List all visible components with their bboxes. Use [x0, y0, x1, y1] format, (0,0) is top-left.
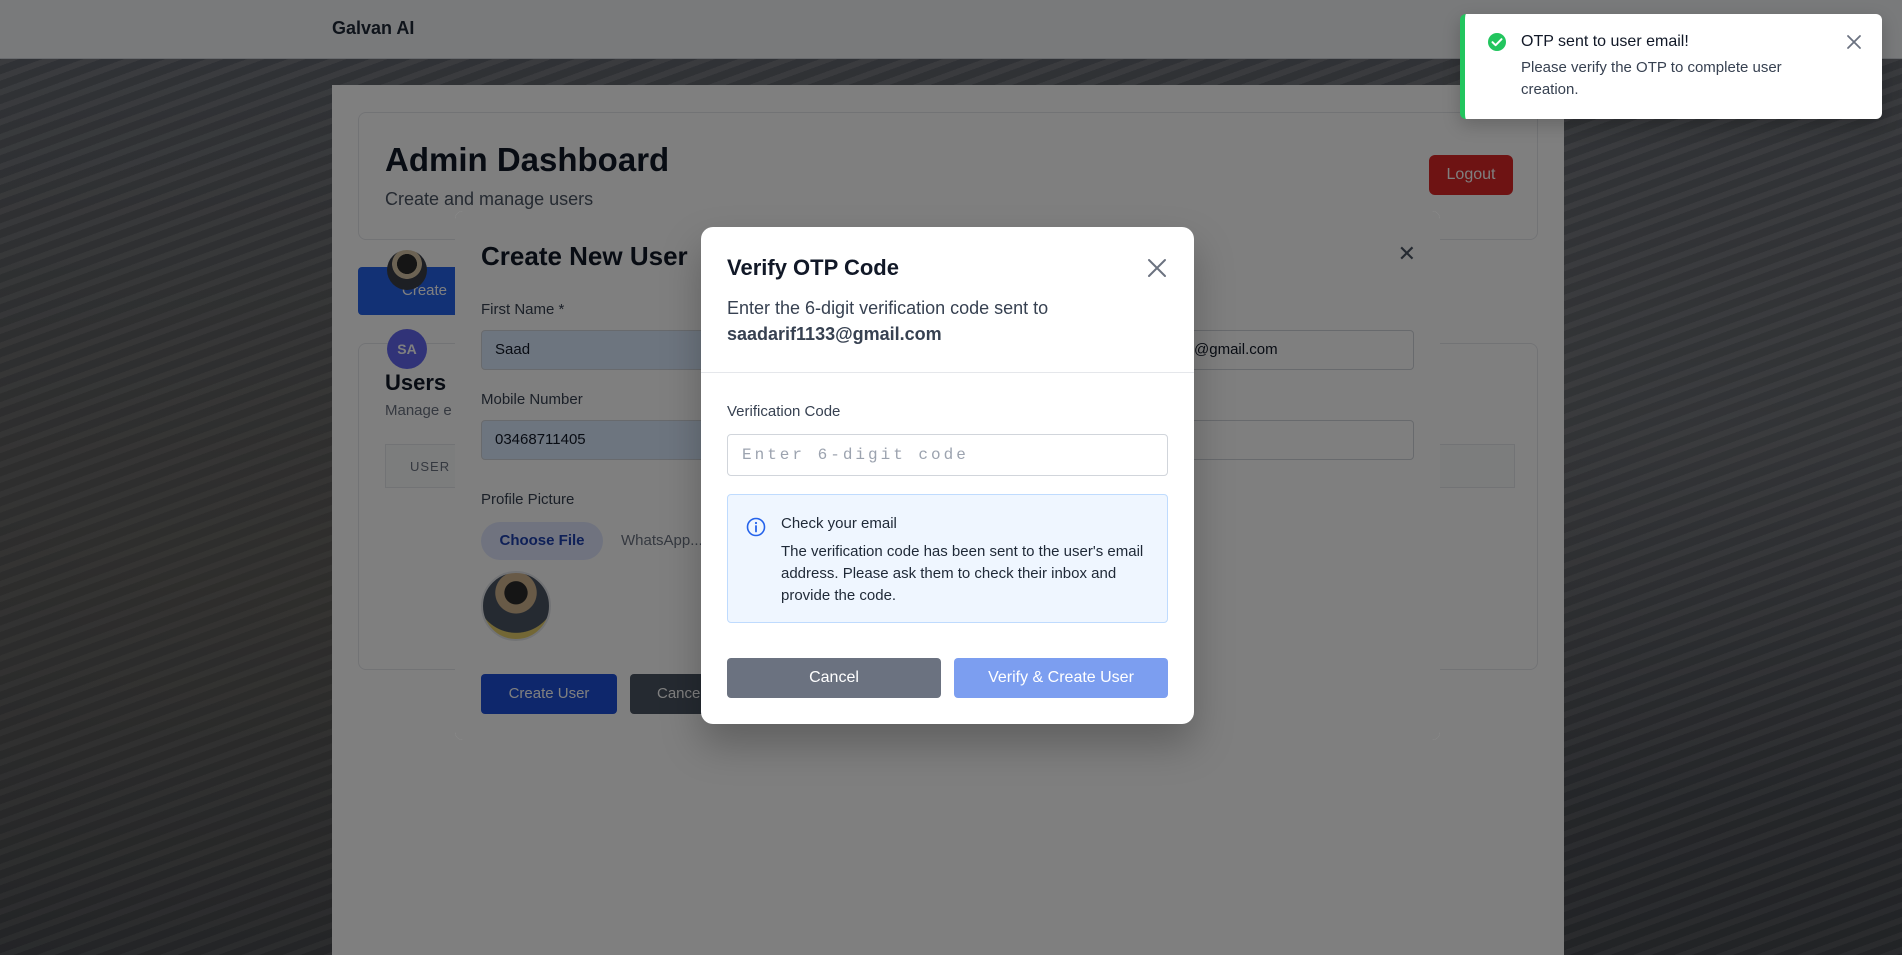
divider [701, 372, 1194, 373]
info-title: Check your email [781, 515, 897, 532]
cancel-button[interactable]: Cancel [727, 658, 941, 698]
toast-notification: OTP sent to user email! Please verify th… [1460, 14, 1882, 119]
toast-body: Please verify the OTP to complete user c… [1521, 59, 1782, 98]
otp-description-text: Enter the 6-digit verification code sent… [727, 298, 1049, 318]
info-icon [746, 517, 766, 537]
close-icon[interactable] [1146, 257, 1168, 279]
check-circle-icon [1488, 33, 1506, 51]
verify-otp-modal: Verify OTP Code Enter the 6-digit verifi… [701, 227, 1194, 724]
verify-create-user-button[interactable]: Verify & Create User [954, 658, 1168, 698]
toast-title: OTP sent to user email! [1521, 33, 1689, 50]
verification-code-input[interactable] [727, 434, 1168, 476]
otp-description: Enter the 6-digit verification code sent… [727, 295, 1147, 347]
otp-modal-title: Verify OTP Code [727, 255, 899, 280]
otp-recipient-email: saadarif1133@gmail.com [727, 324, 942, 344]
close-icon[interactable] [1844, 32, 1864, 52]
verification-code-label: Verification Code [727, 403, 841, 420]
info-notice: Check your email The verification code h… [727, 494, 1168, 623]
info-body: The verification code has been sent to t… [781, 543, 1144, 604]
